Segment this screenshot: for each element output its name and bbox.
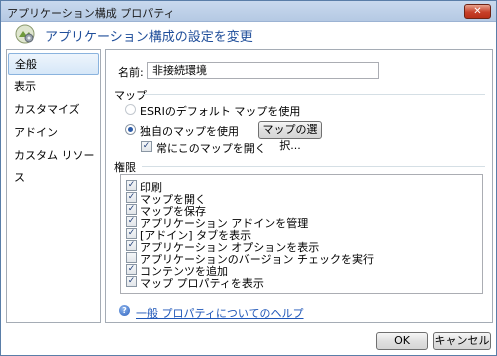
sidebar-item-display[interactable]: 表示 — [8, 76, 99, 98]
permission-checkbox[interactable]: ✓ — [126, 228, 137, 239]
cancel-button[interactable]: キャンセル — [433, 332, 491, 350]
help-icon: ? — [119, 305, 130, 316]
sidebar-item-label: 表示 — [14, 80, 36, 93]
sidebar-item-addins[interactable]: アドイン — [8, 122, 99, 144]
window-title: アプリケーション構成 プロパティ — [7, 7, 175, 20]
sidebar-item-general[interactable]: 全般 — [8, 53, 99, 75]
help-link[interactable]: 一般 プロパティについてのヘルプ — [136, 305, 304, 321]
category-list: 全般 表示 カスタマイズ アドイン カスタム リソース — [6, 49, 101, 323]
close-button[interactable]: ✕ — [464, 4, 491, 19]
name-field[interactable]: 非接続環境 — [147, 62, 379, 79]
sidebar-item-custom-resources[interactable]: カスタム リソース — [8, 145, 99, 184]
permissions-section-label: 権限 — [114, 161, 136, 174]
application-configuration-icon — [15, 24, 35, 44]
title-bar[interactable]: アプリケーション構成 プロパティ ✕ — [1, 1, 496, 22]
section-divider — [142, 166, 485, 167]
always-open-map-label: 常にこのマップを開く — [156, 142, 266, 155]
default-map-radio[interactable] — [125, 104, 136, 115]
sidebar-item-customize[interactable]: カスタマイズ — [8, 99, 99, 121]
select-map-button[interactable]: マップの選択... — [258, 121, 322, 152]
permissions-list: ✓ 印刷 ✓ マップを開く ✓ マップを保存 ✓ アプリケーション アドインを管… — [120, 174, 483, 294]
map-section-label: マップ — [114, 89, 147, 102]
custom-map-label: 独自のマップを使用 — [140, 125, 239, 138]
permission-label: マップ プロパティを表示 — [140, 277, 264, 290]
always-open-map-checkbox[interactable]: ✓ — [141, 141, 152, 152]
dialog-heading: アプリケーション構成の設定を変更 — [45, 30, 253, 45]
permission-checkbox[interactable]: ✓ — [126, 216, 137, 227]
permission-checkbox[interactable]: ✓ — [126, 276, 137, 287]
sidebar-item-label: アドイン — [14, 126, 58, 139]
dialog-header: アプリケーション構成の設定を変更 — [2, 22, 495, 46]
permission-checkbox[interactable]: ✓ — [126, 180, 137, 191]
permission-checkbox[interactable] — [126, 252, 137, 263]
section-divider — [142, 94, 485, 95]
name-label: 名前: — [118, 66, 144, 79]
permission-checkbox[interactable]: ✓ — [126, 240, 137, 251]
general-settings-panel: 名前: 非接続環境 マップ ESRIのデフォルト マップを使用 独自のマップを使… — [105, 49, 493, 323]
custom-map-radio[interactable] — [125, 124, 136, 135]
permission-checkbox[interactable]: ✓ — [126, 192, 137, 203]
permission-checkbox[interactable]: ✓ — [126, 204, 137, 215]
sidebar-item-label: カスタム リソース — [14, 149, 95, 184]
default-map-label: ESRIのデフォルト マップを使用 — [140, 105, 301, 118]
properties-dialog: アプリケーション構成 プロパティ ✕ アプリケーション構成の設定を変更 全般 表… — [0, 0, 497, 356]
permission-checkbox[interactable]: ✓ — [126, 264, 137, 275]
sidebar-item-label: カスタマイズ — [14, 103, 80, 116]
ok-button[interactable]: OK — [376, 332, 428, 350]
sidebar-item-label: 全般 — [15, 58, 37, 71]
